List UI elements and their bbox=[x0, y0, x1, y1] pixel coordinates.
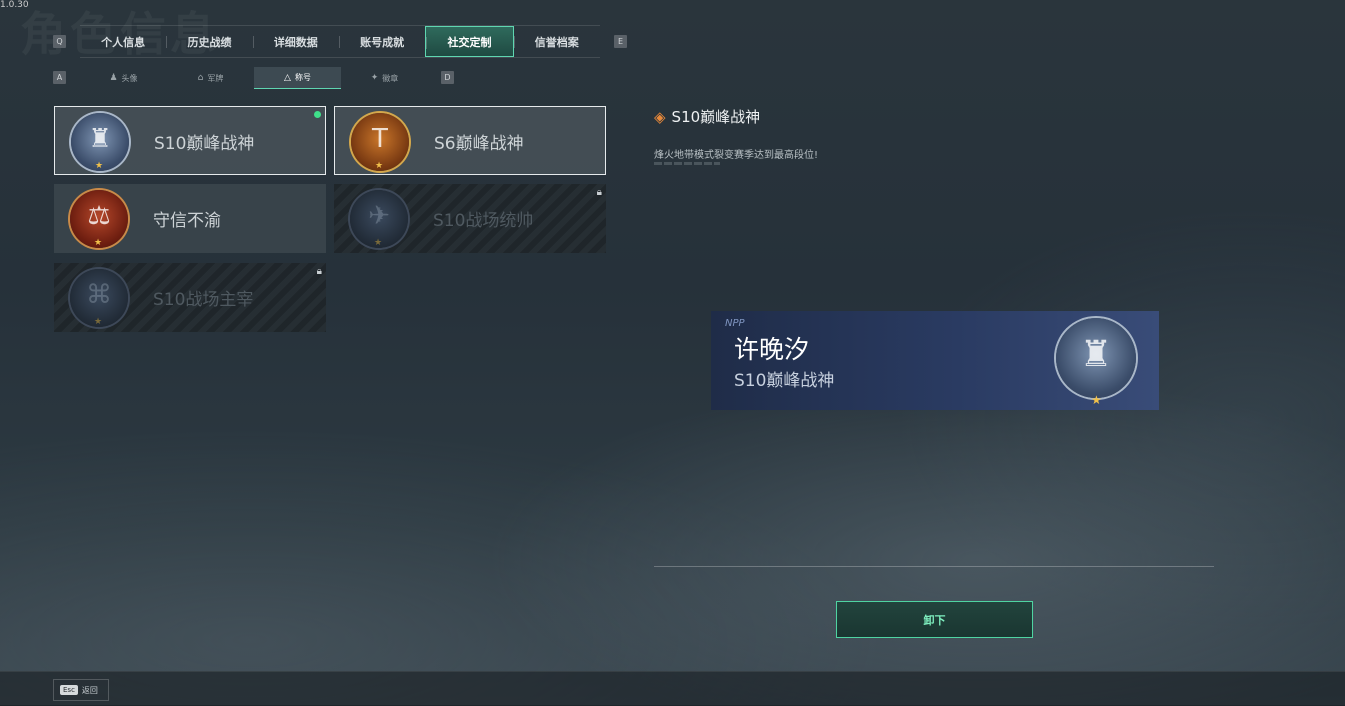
star-icon: ★ bbox=[94, 238, 103, 248]
tab-credit-record[interactable]: 信誉档案 bbox=[513, 26, 600, 57]
wings-icon: ✦ bbox=[370, 73, 379, 83]
person-icon: ♟ bbox=[109, 73, 118, 83]
star-icon: ★ bbox=[94, 317, 103, 327]
subtab-avatar[interactable]: ♟ 头像 bbox=[80, 67, 167, 89]
star-icon: ★ bbox=[374, 238, 383, 248]
lock-icon: 🔒︎ bbox=[596, 187, 602, 198]
title-card-s6-peak-god[interactable]: T ★ S6巅峰战神 bbox=[334, 106, 606, 175]
subtab-emblem[interactable]: ✦ 徽章 bbox=[341, 67, 428, 89]
aircraft-badge-icon: ✈ ★ bbox=[350, 190, 408, 248]
back-button-label: 返回 bbox=[81, 685, 98, 695]
star-icon: ★ bbox=[375, 161, 384, 171]
colosseum-badge-icon: ⌘ ★ bbox=[70, 269, 128, 327]
tab-achievements[interactable]: 账号成就 bbox=[338, 26, 425, 57]
title-preview-banner: NPP 许晚汐 S10巅峰战神 ♜ ★ bbox=[711, 311, 1159, 410]
star-icon: ★ bbox=[1091, 393, 1102, 407]
triangle-icon: △ bbox=[284, 72, 291, 83]
scales-badge-icon: ⚖ ★ bbox=[70, 190, 128, 248]
subtab-title-label: 称号 bbox=[294, 73, 311, 82]
banner-player-name: 许晚汐 bbox=[734, 335, 810, 364]
diamond-icon: ◈ bbox=[654, 107, 666, 126]
subtab-emblem-label: 徽章 bbox=[382, 73, 399, 83]
s6-badge-icon: T ★ bbox=[351, 113, 409, 171]
tab-prev-key-hint[interactable]: Q bbox=[53, 35, 66, 48]
selected-title-heading: ◈ S10巅峰战神 bbox=[654, 106, 760, 127]
subtab-dogtag[interactable]: ⌂ 军牌 bbox=[167, 67, 254, 89]
subtab-next-key-hint[interactable]: D bbox=[441, 71, 454, 84]
footer-bar bbox=[0, 671, 1345, 706]
unequip-button[interactable]: 卸下 bbox=[836, 601, 1033, 638]
title-card-name: 守信不渝 bbox=[153, 211, 221, 231]
peak-god-badge-icon: ♜ ★ bbox=[71, 113, 129, 171]
main-tabs: 个人信息 历史战绩 详细数据 账号成就 社交定制 信誉档案 bbox=[80, 25, 600, 58]
star-icon: ★ bbox=[95, 161, 104, 171]
subtab-prev-key-hint[interactable]: A bbox=[53, 71, 66, 84]
selected-title-description: 烽火地带模式裂变赛季达到最高段位! bbox=[654, 150, 819, 161]
title-card-name: S6巅峰战神 bbox=[434, 134, 524, 154]
tab-detailed-data[interactable]: 详细数据 bbox=[252, 26, 339, 57]
decorative-bar bbox=[654, 162, 720, 165]
dogtag-icon: ⌂ bbox=[197, 73, 204, 83]
title-card-name: S10战场统帅 bbox=[433, 211, 534, 231]
tab-social-customization[interactable]: 社交定制 bbox=[425, 26, 514, 57]
peak-god-badge-icon: ♜ ★ bbox=[1056, 318, 1136, 407]
title-card-s10-peak-god[interactable]: ♜ ★ S10巅峰战神 bbox=[54, 106, 326, 175]
selected-title-name: S10巅峰战神 bbox=[671, 108, 761, 126]
back-button[interactable]: Esc 返回 bbox=[53, 679, 109, 701]
divider-line bbox=[654, 566, 1214, 567]
banner-title-name: S10巅峰战神 bbox=[734, 371, 835, 391]
sub-tabs: ♟ 头像 ⌂ 军牌 △ 称号 ✦ 徽章 bbox=[80, 67, 430, 89]
banner-logo: NPP bbox=[725, 318, 745, 329]
title-card-s10-commander[interactable]: ✈ ★ S10战场统帅 🔒︎ bbox=[334, 184, 606, 253]
title-card-name: S10巅峰战神 bbox=[154, 134, 255, 154]
title-card-trustworthy[interactable]: ⚖ ★ 守信不渝 bbox=[54, 184, 326, 253]
lock-icon: 🔒︎ bbox=[316, 266, 322, 277]
subtab-avatar-label: 头像 bbox=[121, 73, 138, 83]
esc-key-icon: Esc bbox=[60, 685, 78, 695]
tab-personal-info[interactable]: 个人信息 bbox=[80, 26, 166, 57]
subtab-dogtag-label: 军牌 bbox=[207, 73, 224, 83]
tab-next-key-hint[interactable]: E bbox=[614, 35, 627, 48]
tab-match-history[interactable]: 历史战绩 bbox=[166, 26, 252, 57]
equipped-indicator-dot bbox=[314, 111, 321, 118]
subtab-title[interactable]: △ 称号 bbox=[254, 67, 341, 89]
title-card-s10-dominator[interactable]: ⌘ ★ S10战场主宰 🔒︎ bbox=[54, 263, 326, 332]
title-card-name: S10战场主宰 bbox=[153, 290, 254, 310]
